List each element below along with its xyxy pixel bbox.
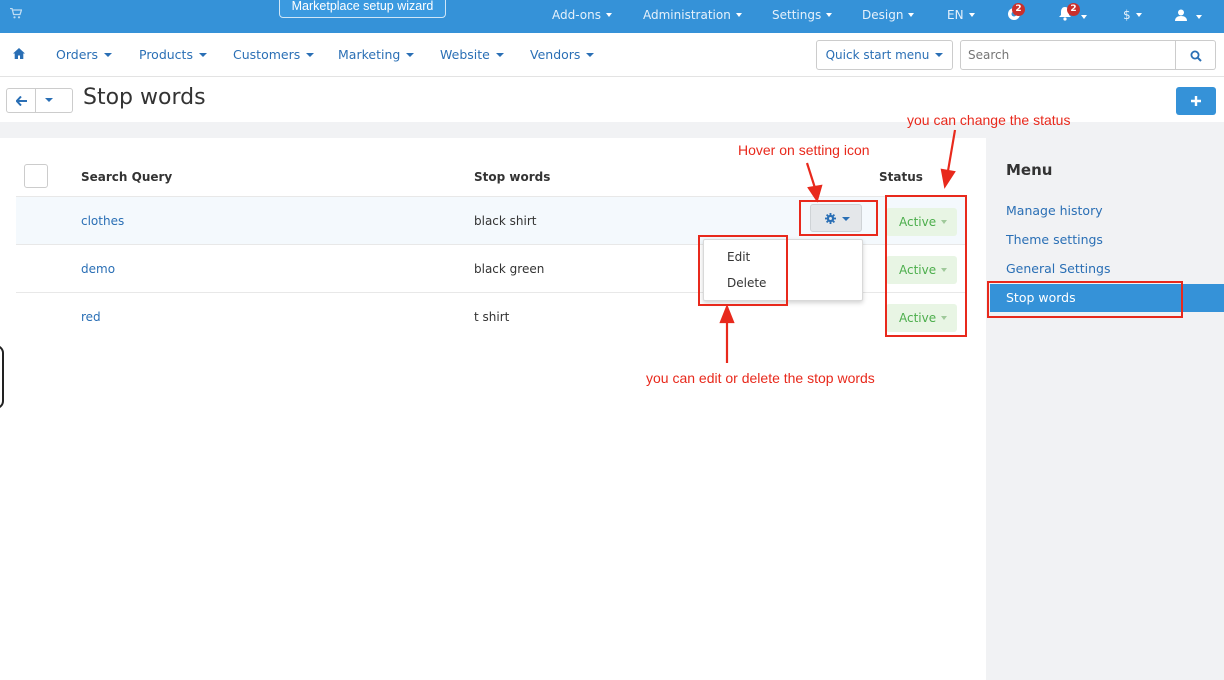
annotation-arrows [719,129,957,363]
left-edge-mark [0,345,4,409]
